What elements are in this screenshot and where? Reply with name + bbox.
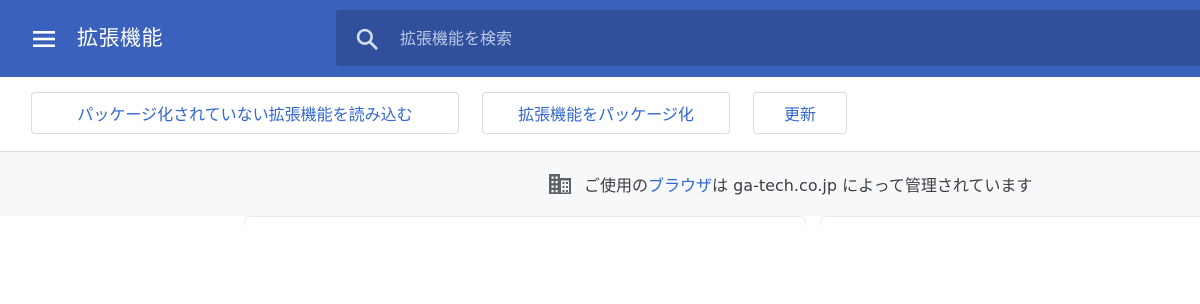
managed-prefix: ご使用の <box>584 176 649 195</box>
toolbar: パッケージ化されていない拡張機能を読み込む 拡張機能をパッケージ化 更新 <box>0 77 1200 152</box>
app-header: 拡張機能 <box>0 0 1200 77</box>
search-icon <box>356 28 378 50</box>
search-bar[interactable] <box>336 10 1200 66</box>
pack-extension-button[interactable]: 拡張機能をパッケージ化 <box>482 92 730 134</box>
managed-middle: は <box>712 176 729 195</box>
building-icon <box>549 174 571 194</box>
managed-text: ご使用のブラウザは ga-tech.co.jp によって管理されています <box>584 172 1032 196</box>
managed-notice: ご使用のブラウザは ga-tech.co.jp によって管理されています <box>548 171 1032 197</box>
managed-domain: ga-tech.co.jp <box>733 176 838 195</box>
extension-card <box>820 216 1200 225</box>
browser-link[interactable]: ブラウザ <box>648 176 712 195</box>
managed-banner: ご使用のブラウザは ga-tech.co.jp によって管理されています <box>0 152 1200 216</box>
page-title: 拡張機能 <box>77 26 163 50</box>
hamburger-menu-icon <box>33 31 55 47</box>
load-unpacked-button[interactable]: パッケージ化されていない拡張機能を読み込む <box>31 92 459 134</box>
search-input[interactable] <box>400 10 1180 66</box>
menu-button[interactable] <box>26 22 62 56</box>
extension-card <box>244 216 806 225</box>
extensions-list <box>0 216 1200 304</box>
managed-suffix: によって管理されています <box>842 176 1033 195</box>
update-button[interactable]: 更新 <box>753 92 847 134</box>
